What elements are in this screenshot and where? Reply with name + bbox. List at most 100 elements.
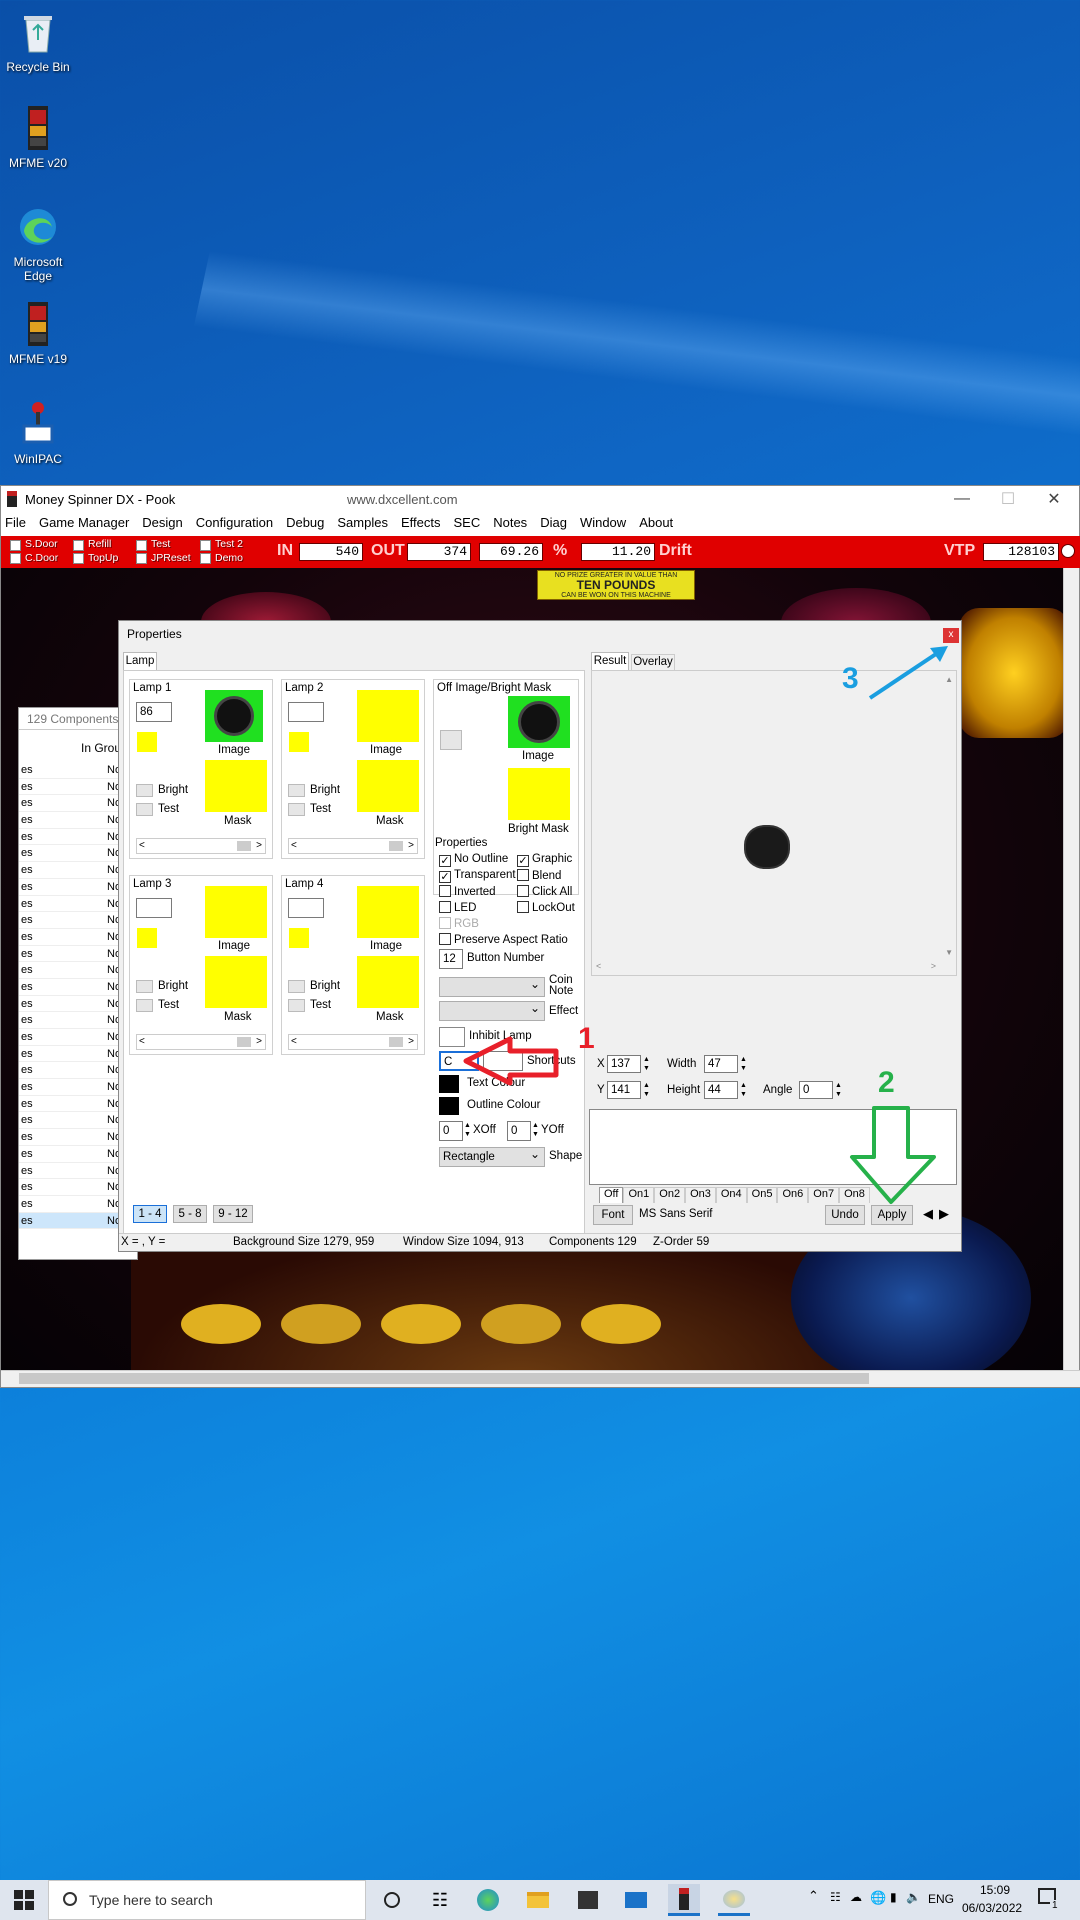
desktop-icon-mfme-v20[interactable]: MFME v20: [4, 104, 72, 170]
menu-configuration[interactable]: Configuration: [196, 515, 273, 530]
bright-mask[interactable]: [508, 768, 570, 820]
angle-input[interactable]: 0: [799, 1081, 833, 1099]
mfme-taskbar-icon[interactable]: [668, 1884, 700, 1916]
scroll-thumb[interactable]: [19, 1373, 869, 1384]
desktop-icon-recycle-bin[interactable]: Recycle Bin: [4, 8, 72, 74]
clock-time[interactable]: 15:09: [980, 1883, 1010, 1897]
minimize-button[interactable]: —: [939, 486, 985, 512]
button-number-input[interactable]: 12: [439, 949, 463, 969]
sdoor-checkbox[interactable]: [10, 540, 21, 551]
menu-game-manager[interactable]: Game Manager: [39, 515, 129, 530]
click-all-option[interactable]: Click All: [517, 885, 572, 898]
topup-checkbox[interactable]: [73, 553, 84, 564]
x-spinner-icon[interactable]: ▲ ▼: [643, 1055, 650, 1073]
refill-checkbox[interactable]: [73, 540, 84, 551]
angle-spinner-icon[interactable]: ▲ ▼: [835, 1081, 842, 1099]
tab-overlay[interactable]: Overlay: [631, 654, 675, 671]
menu-sec[interactable]: SEC: [453, 515, 480, 530]
menu-design[interactable]: Design: [142, 515, 182, 530]
preserve-aspect-option[interactable]: Preserve Aspect Ratio: [439, 933, 568, 946]
desktop-icon-edge[interactable]: Microsoft Edge: [4, 203, 72, 283]
yoff-spinner-icon[interactable]: ▲ ▼: [532, 1121, 539, 1139]
x-input[interactable]: 137: [607, 1055, 641, 1073]
tab-result[interactable]: Result: [591, 652, 629, 671]
lamp1-mask[interactable]: [205, 760, 267, 812]
lamp4-mask[interactable]: [357, 956, 419, 1008]
main-vertical-scrollbar[interactable]: [1063, 568, 1079, 1372]
state-tab-on4[interactable]: On4: [715, 1187, 747, 1203]
preview-scroll-left-icon[interactable]: <: [596, 961, 601, 971]
edge-taskbar-icon[interactable]: [472, 1884, 504, 1916]
menu-about[interactable]: About: [639, 515, 673, 530]
shape-dropdown[interactable]: Rectangle: [439, 1145, 545, 1167]
yoff-input[interactable]: 0: [507, 1121, 531, 1141]
tray-chevron-icon[interactable]: ⌃: [808, 1888, 819, 1904]
state-tab-on5[interactable]: On5: [746, 1187, 778, 1203]
lamp1-image[interactable]: [205, 690, 263, 742]
state-tab-on6[interactable]: On6: [777, 1187, 809, 1203]
paint-taskbar-icon[interactable]: [718, 1884, 750, 1916]
cortana-icon[interactable]: [376, 1884, 408, 1916]
page-9-12-button[interactable]: 9 - 12: [213, 1205, 253, 1223]
battery-icon[interactable]: ▮: [890, 1890, 897, 1904]
graphic-option[interactable]: ✓ Graphic: [517, 853, 572, 867]
test-checkbox[interactable]: [136, 540, 147, 551]
lamp4-test-button[interactable]: [288, 999, 305, 1012]
menu-samples[interactable]: Samples: [337, 515, 388, 530]
lamp2-colour-swatch[interactable]: [289, 732, 309, 752]
lamp1-number-input[interactable]: 86: [136, 702, 172, 722]
menu-effects[interactable]: Effects: [401, 515, 441, 530]
demo-checkbox[interactable]: [200, 553, 211, 564]
undo-button[interactable]: Undo: [825, 1205, 865, 1225]
width-input[interactable]: 47: [704, 1055, 738, 1073]
state-tab-on3[interactable]: On3: [685, 1187, 716, 1203]
lamp3-scrollbar[interactable]: < >: [136, 1034, 266, 1050]
task-view-icon[interactable]: ☷: [424, 1884, 456, 1916]
window-titlebar[interactable]: Money Spinner DX - Pook www.dxcellent.co…: [1, 486, 1079, 512]
off-image-colour-swatch[interactable]: [440, 730, 462, 750]
preview-scroll-down-icon[interactable]: ▼: [945, 948, 953, 957]
state-tab-on2[interactable]: On2: [654, 1187, 686, 1203]
lamp-text-input[interactable]: [589, 1109, 957, 1185]
volume-icon[interactable]: 🔈: [906, 1890, 921, 1904]
lamp4-bright-button[interactable]: [288, 980, 305, 993]
preview-scroll-right-icon[interactable]: >: [931, 961, 936, 971]
transparent-option[interactable]: ✓ Transparent: [439, 869, 516, 883]
language-indicator[interactable]: ENG: [928, 1892, 954, 1906]
text-colour-swatch[interactable]: [439, 1075, 459, 1093]
cdoor-checkbox[interactable]: [10, 553, 21, 564]
desktop-icon-winipac[interactable]: WinIPAC: [4, 400, 72, 466]
y-spinner-icon[interactable]: ▲ ▼: [643, 1081, 650, 1099]
menu-notes[interactable]: Notes: [493, 515, 527, 530]
store-icon[interactable]: [572, 1884, 604, 1916]
lamp4-scrollbar[interactable]: < >: [288, 1034, 418, 1050]
menu-debug[interactable]: Debug: [286, 515, 324, 530]
search-box[interactable]: Type here to search: [48, 1880, 366, 1920]
no-outline-option[interactable]: ✓ No Outline: [439, 853, 508, 867]
lamp2-bright-button[interactable]: [288, 784, 305, 797]
menu-window[interactable]: Window: [580, 515, 626, 530]
lamp2-test-button[interactable]: [288, 803, 305, 816]
start-windows-icon[interactable]: [14, 1890, 34, 1910]
tray-app-icon[interactable]: ☷: [830, 1890, 841, 1904]
inhibit-lamp-colour[interactable]: [439, 1027, 465, 1047]
state-tab-on7[interactable]: On7: [808, 1187, 840, 1203]
width-spinner-icon[interactable]: ▲ ▼: [740, 1055, 747, 1073]
inverted-option[interactable]: Inverted: [439, 885, 496, 898]
state-tab-off[interactable]: Off: [599, 1187, 624, 1203]
xoff-input[interactable]: 0: [439, 1121, 463, 1141]
close-window-button[interactable]: ✕: [1031, 486, 1077, 512]
lamp3-number-input[interactable]: [136, 898, 172, 918]
lamp4-colour-swatch[interactable]: [289, 928, 309, 948]
jpreset-checkbox[interactable]: [136, 553, 147, 564]
clock-date[interactable]: 06/03/2022: [962, 1901, 1022, 1915]
previous-arrow-icon[interactable]: ◀: [923, 1206, 933, 1222]
apply-button[interactable]: Apply: [871, 1205, 913, 1225]
menu-diag[interactable]: Diag: [540, 515, 567, 530]
file-explorer-icon[interactable]: [522, 1884, 554, 1916]
coin-note-dropdown[interactable]: [439, 975, 545, 997]
menu-file[interactable]: File: [5, 515, 26, 530]
shortcut-input-2[interactable]: [483, 1051, 523, 1071]
lamp4-number-input[interactable]: [288, 898, 324, 918]
lamp2-number-input[interactable]: [288, 702, 324, 722]
